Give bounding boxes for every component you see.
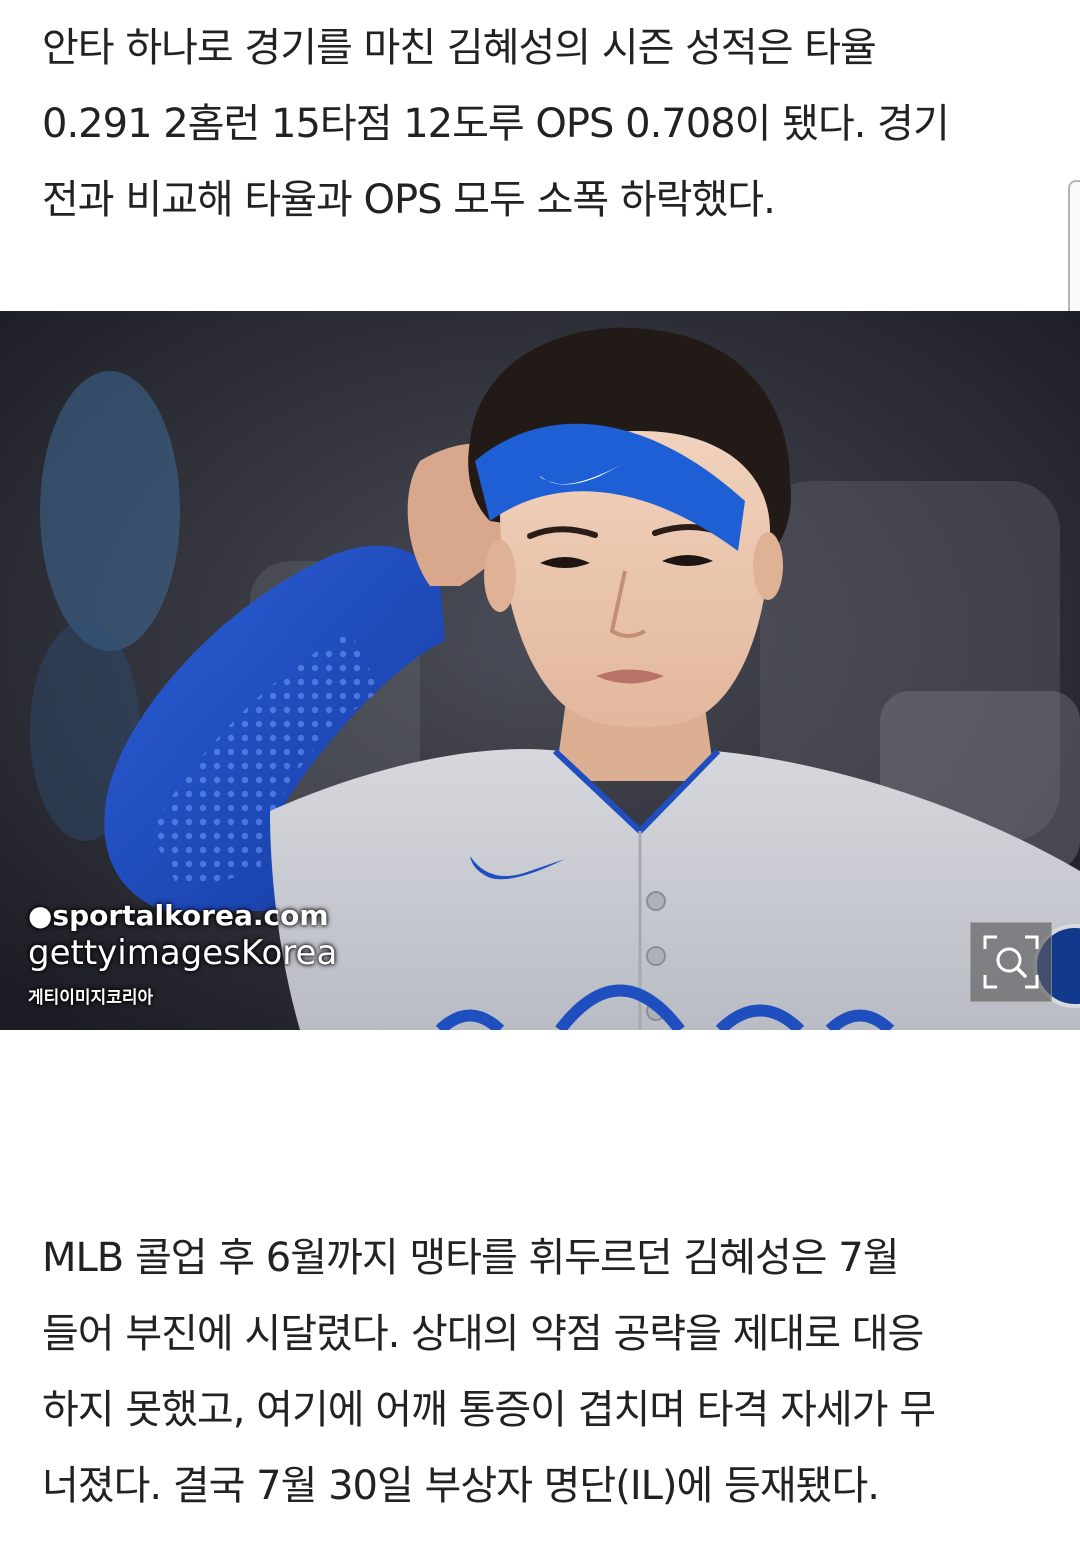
watermark-sportalkorea: ●sportalkorea.com [28,899,329,932]
magnify-expand-icon [983,935,1039,989]
paragraph-line: 들어 부진에 시달렸다. 상대의 약점 공략을 제대로 대응 [42,1311,924,1357]
article-paragraph-1: 안타 하나로 경기를 마친 김혜성의 시즌 성적은 타율 0.291 2홈런 1… [42,10,1042,238]
paragraph-line: 하지 못했고, 여기에 어깨 통증이 겹치며 타격 자세가 무 [42,1387,936,1433]
photo-zoom-button[interactable] [970,922,1052,1002]
watermark-korean: 게티이미지코리아 [28,988,154,1008]
paragraph-line: MLB 콜업 후 6월까지 맹타를 휘두르던 김혜성은 7월 [42,1235,900,1281]
watermark-gettyimages: gettyimagesKorea [28,933,338,973]
paragraph-line: 전과 비교해 타율과 OPS 모두 소폭 하락했다. [42,177,776,223]
article-photo[interactable]: ●sportalkorea.com gettyimagesKorea 게티이미지… [0,311,1080,1030]
paragraph-line: 0.291 2홈런 15타점 12도루 OPS 0.708이 됐다. 경기 [42,101,950,147]
paragraph-line: 너졌다. 결국 7월 30일 부상자 명단(IL)에 등재됐다. [42,1463,880,1509]
article-paragraph-2: MLB 콜업 후 6월까지 맹타를 휘두르던 김혜성은 7월 들어 부진에 시달… [42,1220,1042,1524]
paragraph-line: 안타 하나로 경기를 마친 김혜성의 시즌 성적은 타율 [42,25,877,71]
